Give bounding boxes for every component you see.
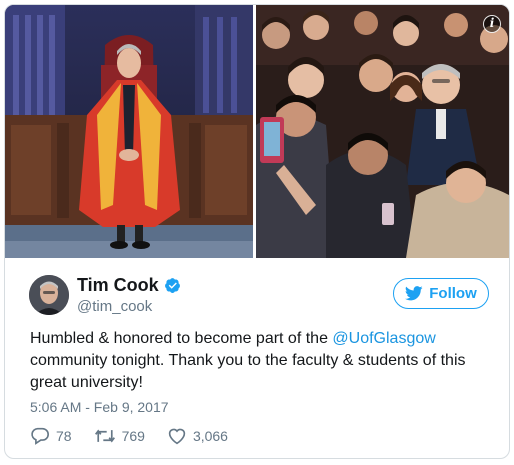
tweet-card[interactable]: i Tim Cook @tim_cook Follow Humbled & ho… bbox=[4, 4, 510, 459]
tweet-timestamp[interactable]: 5:06 AM - Feb 9, 2017 bbox=[30, 399, 169, 415]
tweet-actions: 78 769 3,066 bbox=[30, 427, 250, 445]
retweet-count: 769 bbox=[121, 428, 145, 444]
crowd-photo-illustration bbox=[256, 5, 509, 258]
author-display-name[interactable]: Tim Cook bbox=[77, 275, 159, 296]
retweet-action[interactable]: 769 bbox=[94, 428, 145, 444]
like-count: 3,066 bbox=[192, 428, 228, 444]
author-name-row[interactable]: Tim Cook bbox=[77, 275, 181, 296]
like-action[interactable]: 3,066 bbox=[167, 427, 228, 445]
follow-button-label: Follow bbox=[429, 285, 477, 302]
follow-button[interactable]: Follow bbox=[393, 278, 489, 309]
avatar[interactable] bbox=[29, 275, 69, 315]
photo-crowd[interactable]: i bbox=[256, 5, 509, 258]
info-icon[interactable]: i bbox=[483, 15, 501, 33]
tweet-text: Humbled & honored to become part of the … bbox=[30, 328, 495, 394]
reply-count: 78 bbox=[56, 428, 72, 444]
ceremony-photo-illustration bbox=[5, 5, 253, 258]
tweet-media[interactable]: i bbox=[5, 5, 509, 258]
twitter-bird-icon bbox=[405, 286, 423, 301]
reply-action[interactable]: 78 bbox=[30, 427, 72, 445]
heart-icon bbox=[168, 428, 186, 445]
mention-link[interactable]: @UofGlasgow bbox=[332, 330, 435, 347]
author-handle[interactable]: @tim_cook bbox=[77, 298, 152, 315]
tweet-text-before: Humbled & honored to become part of the bbox=[30, 330, 333, 347]
verified-badge-icon bbox=[164, 277, 181, 294]
avatar-image bbox=[29, 275, 69, 315]
reply-icon bbox=[31, 427, 49, 445]
tweet-text-after: community tonight. Thank you to the facu… bbox=[30, 352, 466, 391]
retweet-icon bbox=[94, 429, 115, 443]
photo-ceremony[interactable] bbox=[5, 5, 253, 258]
